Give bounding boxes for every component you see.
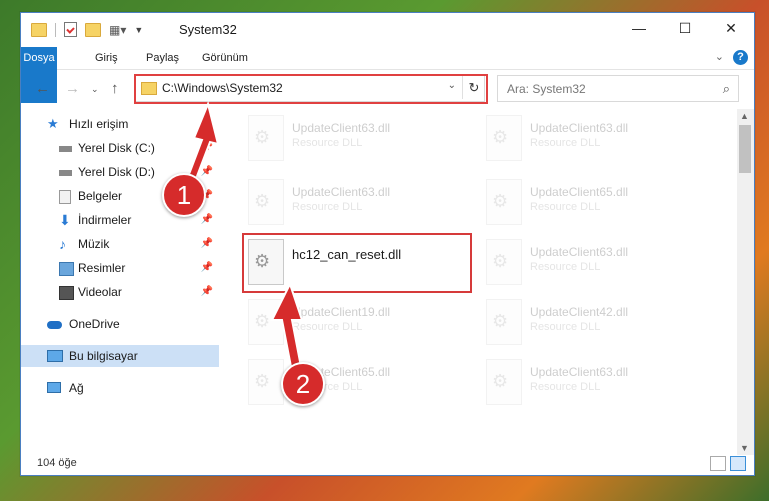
recent-locations-icon[interactable]: ⌄ — [91, 84, 99, 95]
tab-gorunum[interactable]: Görünüm — [190, 47, 260, 69]
pin-icon[interactable]: 📌 — [201, 233, 213, 255]
file-type: Resource DLL — [530, 137, 601, 149]
pin-icon[interactable]: 📌 — [201, 257, 213, 279]
title-bar: ▦▾ ▼ System32 — ☐ ✕ — [21, 13, 754, 47]
tiles-view-icon[interactable] — [730, 456, 746, 471]
ribbon-tabs: Dosya Giriş Paylaş Görünüm ⌄ ? — [21, 47, 754, 103]
file-type: Resource DLL — [530, 201, 601, 213]
step-badge-2: 2 — [281, 362, 325, 406]
sidebar-item-label: Videolar — [78, 285, 122, 299]
close-button[interactable]: ✕ — [708, 13, 754, 43]
search-input[interactable]: Ara: System32 ⌕ — [497, 75, 739, 102]
quick-access-toolbar: ▦▾ ▼ — [31, 22, 143, 37]
pin-icon[interactable]: 📌 — [201, 281, 213, 303]
tab-giris[interactable]: Giriş — [83, 47, 130, 69]
sidebar-item-label: Belgeler — [78, 189, 123, 203]
file-item[interactable]: ⚙ UpdateClient63.dll Resource DLL — [236, 109, 456, 165]
gear-icon: ⚙ — [492, 191, 509, 211]
minimize-button[interactable]: — — [616, 13, 662, 43]
search-icon: ⌕ — [722, 81, 730, 96]
drive-icon — [59, 170, 72, 176]
divider — [55, 22, 56, 37]
gear-icon: ⚙ — [492, 251, 509, 271]
cloud-icon — [47, 321, 62, 329]
file-name: UpdateClient63.dll — [530, 245, 629, 259]
file-type: Resource DLL — [292, 137, 363, 149]
gear-icon: ⚙ — [254, 191, 271, 211]
up-icon[interactable]: ↑ — [111, 80, 119, 97]
item-count: 104 öğe — [37, 457, 77, 469]
file-type: Resource DLL — [530, 381, 601, 393]
properties-icon[interactable] — [64, 22, 77, 37]
tab-paylas[interactable]: Paylaş — [134, 47, 191, 69]
sidebar-item-this-pc[interactable]: Bu bilgisayar — [21, 345, 219, 367]
explorer-window: ▦▾ ▼ System32 — ☐ ✕ Dosya Giriş Paylaş G… — [20, 12, 755, 476]
sidebar-item-label: OneDrive — [69, 317, 120, 331]
address-row: ← → ⌄ ↑ C:\Windows\System32 ⌄ ↻ Ara: Sys… — [21, 70, 754, 104]
customize-qat-icon[interactable]: ▦▾ — [109, 23, 126, 37]
file-name: UpdateClient63.dll — [292, 121, 391, 135]
scroll-up-icon[interactable]: ▲ — [740, 111, 749, 121]
gear-icon: ⚙ — [492, 371, 509, 391]
file-type: Resource DLL — [292, 201, 363, 213]
drive-icon — [59, 146, 72, 152]
forward-icon[interactable]: → — [65, 80, 80, 97]
gear-icon: ⚙ — [492, 127, 509, 147]
file-name: UpdateClient63.dll — [530, 365, 629, 379]
sidebar-item-label: Bu bilgisayar — [69, 349, 138, 363]
file-name: UpdateClient65.dll — [530, 185, 629, 199]
network-icon — [47, 382, 61, 393]
file-item[interactable]: ⚙ UpdateClient63.dll Resource DLL — [474, 109, 694, 165]
sidebar-item-label: Müzik — [78, 237, 110, 251]
sidebar-item-pictures[interactable]: Resimler 📌 — [21, 257, 219, 279]
sidebar-item-label: İndirmeler — [78, 213, 132, 227]
star-icon: ★ — [47, 116, 59, 131]
file-type: Resource DLL — [530, 321, 601, 333]
maximize-button[interactable]: ☐ — [662, 13, 708, 43]
chevron-down-icon[interactable]: ▼ — [134, 25, 143, 35]
expand-ribbon-icon[interactable]: ⌄ — [715, 50, 724, 63]
sidebar-item-label: Yerel Disk (C:) — [78, 141, 155, 155]
download-icon: ⬇ — [59, 212, 71, 228]
scroll-down-icon[interactable]: ▼ — [740, 443, 749, 453]
scrollbar-thumb[interactable] — [739, 125, 751, 173]
sidebar-item-network[interactable]: Ağ — [21, 377, 219, 399]
vertical-scrollbar[interactable]: ▲ ▼ — [737, 109, 754, 455]
file-item[interactable]: ⚙ UpdateClient63.dll Resource DLL — [474, 353, 694, 409]
back-icon[interactable]: ← — [35, 80, 50, 97]
computer-icon — [47, 350, 63, 362]
sidebar-item-label: Hızlı erişim — [69, 117, 129, 131]
step-badge-1: 1 — [162, 173, 206, 217]
folder-icon — [31, 22, 47, 37]
pictures-icon — [59, 262, 74, 276]
sidebar-item-label: Yerel Disk (D:) — [78, 165, 155, 179]
file-name: UpdateClient63.dll — [292, 185, 391, 199]
file-item[interactable]: ⚙ UpdateClient42.dll Resource DLL — [474, 293, 694, 349]
gear-icon: ⚙ — [492, 311, 509, 331]
music-icon: ♪ — [59, 236, 66, 252]
help-icon[interactable]: ? — [733, 50, 748, 65]
new-folder-icon[interactable] — [85, 22, 101, 37]
sidebar-item-music[interactable]: ♪ Müzik 📌 — [21, 233, 219, 255]
file-name: UpdateClient63.dll — [530, 121, 629, 135]
file-item[interactable]: ⚙ UpdateClient63.dll Resource DLL — [236, 173, 456, 229]
gear-icon: ⚙ — [254, 127, 271, 147]
status-bar: 104 öğe — [21, 454, 754, 474]
sidebar-item-label: Resimler — [78, 261, 126, 275]
file-type: Resource DLL — [530, 261, 601, 273]
search-placeholder: Ara: System32 — [507, 82, 586, 96]
details-view-icon[interactable] — [710, 456, 726, 471]
file-name: UpdateClient42.dll — [530, 305, 629, 319]
file-item[interactable]: ⚙ UpdateClient65.dll Resource DLL — [474, 173, 694, 229]
sidebar-item-onedrive[interactable]: OneDrive — [21, 313, 219, 335]
window-title: System32 — [179, 22, 237, 37]
video-icon — [59, 286, 74, 300]
documents-icon — [59, 190, 71, 204]
sidebar-item-videos[interactable]: Videolar 📌 — [21, 281, 219, 303]
sidebar-item-label: Ağ — [69, 381, 84, 395]
view-switcher — [710, 456, 746, 471]
file-item[interactable]: ⚙ UpdateClient63.dll Resource DLL — [474, 233, 694, 289]
